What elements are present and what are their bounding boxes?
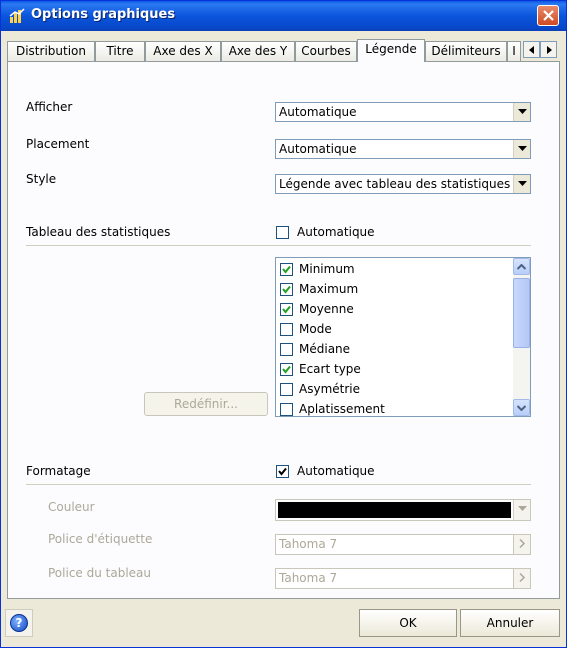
police-tableau-browse-button[interactable] — [513, 569, 530, 588]
ok-button[interactable]: OK — [359, 609, 457, 637]
tab-partial[interactable]: I — [507, 41, 521, 61]
stats-auto-label: Automatique — [297, 225, 375, 239]
afficher-label: Afficher — [26, 100, 73, 114]
chevron-right-icon — [519, 573, 526, 582]
checkmark-icon — [282, 265, 291, 274]
list-item[interactable]: Ecart type — [280, 360, 508, 380]
chevron-down-icon — [518, 146, 527, 151]
cancel-button[interactable]: Annuler — [460, 609, 560, 637]
tab-scroll-right-button[interactable] — [540, 41, 557, 58]
help-icon: ? — [10, 614, 28, 632]
tab-distribution[interactable]: Distribution — [7, 41, 95, 61]
placement-label: Placement — [26, 137, 90, 151]
afficher-value: Automatique — [279, 105, 357, 119]
scroll-thumb[interactable] — [513, 278, 530, 348]
check-moyenne[interactable] — [280, 303, 293, 316]
button-bar: ? OK Annuler — [1, 601, 566, 647]
placement-value: Automatique — [279, 142, 357, 156]
couleur-label: Couleur — [48, 500, 95, 514]
format-divider — [26, 484, 531, 485]
list-item[interactable]: Mode — [280, 320, 508, 340]
arrow-right-icon — [547, 46, 552, 54]
window-title: Options graphiques — [31, 7, 176, 22]
placement-select[interactable]: Automatique — [275, 139, 531, 159]
list-item[interactable]: Médiane — [280, 340, 508, 360]
list-item[interactable]: Aplatissement — [280, 400, 508, 416]
stats-scrollbar[interactable] — [513, 258, 530, 416]
stats-section-label: Tableau des statistiques — [26, 225, 171, 239]
tab-courbes[interactable]: Courbes — [295, 41, 357, 61]
close-icon — [543, 10, 554, 21]
check-asymetrie[interactable] — [280, 383, 293, 396]
list-item[interactable]: Asymétrie — [280, 380, 508, 400]
couleur-dropdown-button[interactable] — [513, 500, 530, 520]
scroll-down-button[interactable] — [513, 399, 530, 416]
color-preview — [278, 502, 511, 518]
style-value: Légende avec tableau des statistiques — [279, 177, 511, 191]
police-etiquette-field[interactable]: Tahoma 7 — [275, 534, 531, 555]
scroll-up-button[interactable] — [513, 258, 530, 275]
checkmark-icon — [282, 365, 291, 374]
chevron-down-icon — [518, 181, 527, 186]
tab-axe-x[interactable]: Axe des X — [145, 41, 221, 61]
title-bar[interactable]: Options graphiques — [1, 1, 566, 31]
check-mediane[interactable] — [280, 343, 293, 356]
check-minimum[interactable] — [280, 263, 293, 276]
stats-divider — [26, 245, 531, 246]
style-label: Style — [26, 172, 57, 186]
tab-legende[interactable]: Légende — [357, 39, 425, 62]
police-tableau-value: Tahoma 7 — [279, 571, 338, 585]
placement-dropdown-button[interactable] — [513, 140, 530, 158]
checkmark-icon — [282, 305, 291, 314]
list-item[interactable]: Minimum — [280, 260, 508, 280]
list-item[interactable]: Moyenne — [280, 300, 508, 320]
chart-icon — [9, 8, 25, 23]
afficher-dropdown-button[interactable] — [513, 103, 530, 121]
police-etiquette-label: Police d'étiquette — [48, 532, 153, 546]
tab-titre[interactable]: Titre — [95, 41, 145, 61]
stats-auto-checkbox[interactable] — [276, 226, 289, 239]
chevron-down-icon — [518, 506, 527, 511]
format-auto-label: Automatique — [297, 464, 375, 478]
checkmark-icon — [278, 467, 287, 476]
format-section-label: Formatage — [26, 464, 91, 478]
check-maximum[interactable] — [280, 283, 293, 296]
help-button[interactable]: ? — [5, 609, 33, 637]
police-tableau-label: Police du tableau — [48, 566, 152, 580]
stats-listbox[interactable]: Minimum Maximum Moyenne Mode Médiane Eca… — [275, 257, 531, 417]
tab-scroll-left-button[interactable] — [523, 41, 540, 58]
tab-strip: Distribution Titre Axe des X Axe des Y C… — [7, 39, 557, 62]
format-auto-checkbox[interactable] — [276, 465, 289, 478]
chevron-down-icon — [517, 405, 526, 411]
options-dialog: Options graphiques Distribution Titre Ax… — [0, 0, 567, 648]
police-tableau-field[interactable]: Tahoma 7 — [275, 568, 531, 589]
police-etiquette-value: Tahoma 7 — [279, 537, 338, 551]
list-item[interactable]: Maximum — [280, 280, 508, 300]
chevron-right-icon — [519, 539, 526, 548]
chevron-down-icon — [518, 109, 527, 114]
legende-panel: Afficher Automatique Placement Automatiq… — [7, 61, 560, 599]
chevron-up-icon — [517, 264, 526, 270]
tab-delimiteurs[interactable]: Délimiteurs — [425, 41, 507, 61]
couleur-select[interactable] — [275, 499, 531, 521]
afficher-select[interactable]: Automatique — [275, 102, 531, 122]
arrow-left-icon — [529, 46, 534, 54]
police-etiquette-browse-button[interactable] — [513, 535, 530, 554]
tab-axe-y[interactable]: Axe des Y — [221, 41, 295, 61]
redefine-button[interactable]: Redéfinir... — [144, 392, 268, 416]
check-aplatissement[interactable] — [280, 403, 293, 416]
close-button[interactable] — [537, 5, 559, 26]
style-select[interactable]: Légende avec tableau des statistiques — [275, 174, 531, 194]
checkmark-icon — [282, 285, 291, 294]
check-mode[interactable] — [280, 323, 293, 336]
style-dropdown-button[interactable] — [513, 175, 530, 193]
check-ecart-type[interactable] — [280, 363, 293, 376]
